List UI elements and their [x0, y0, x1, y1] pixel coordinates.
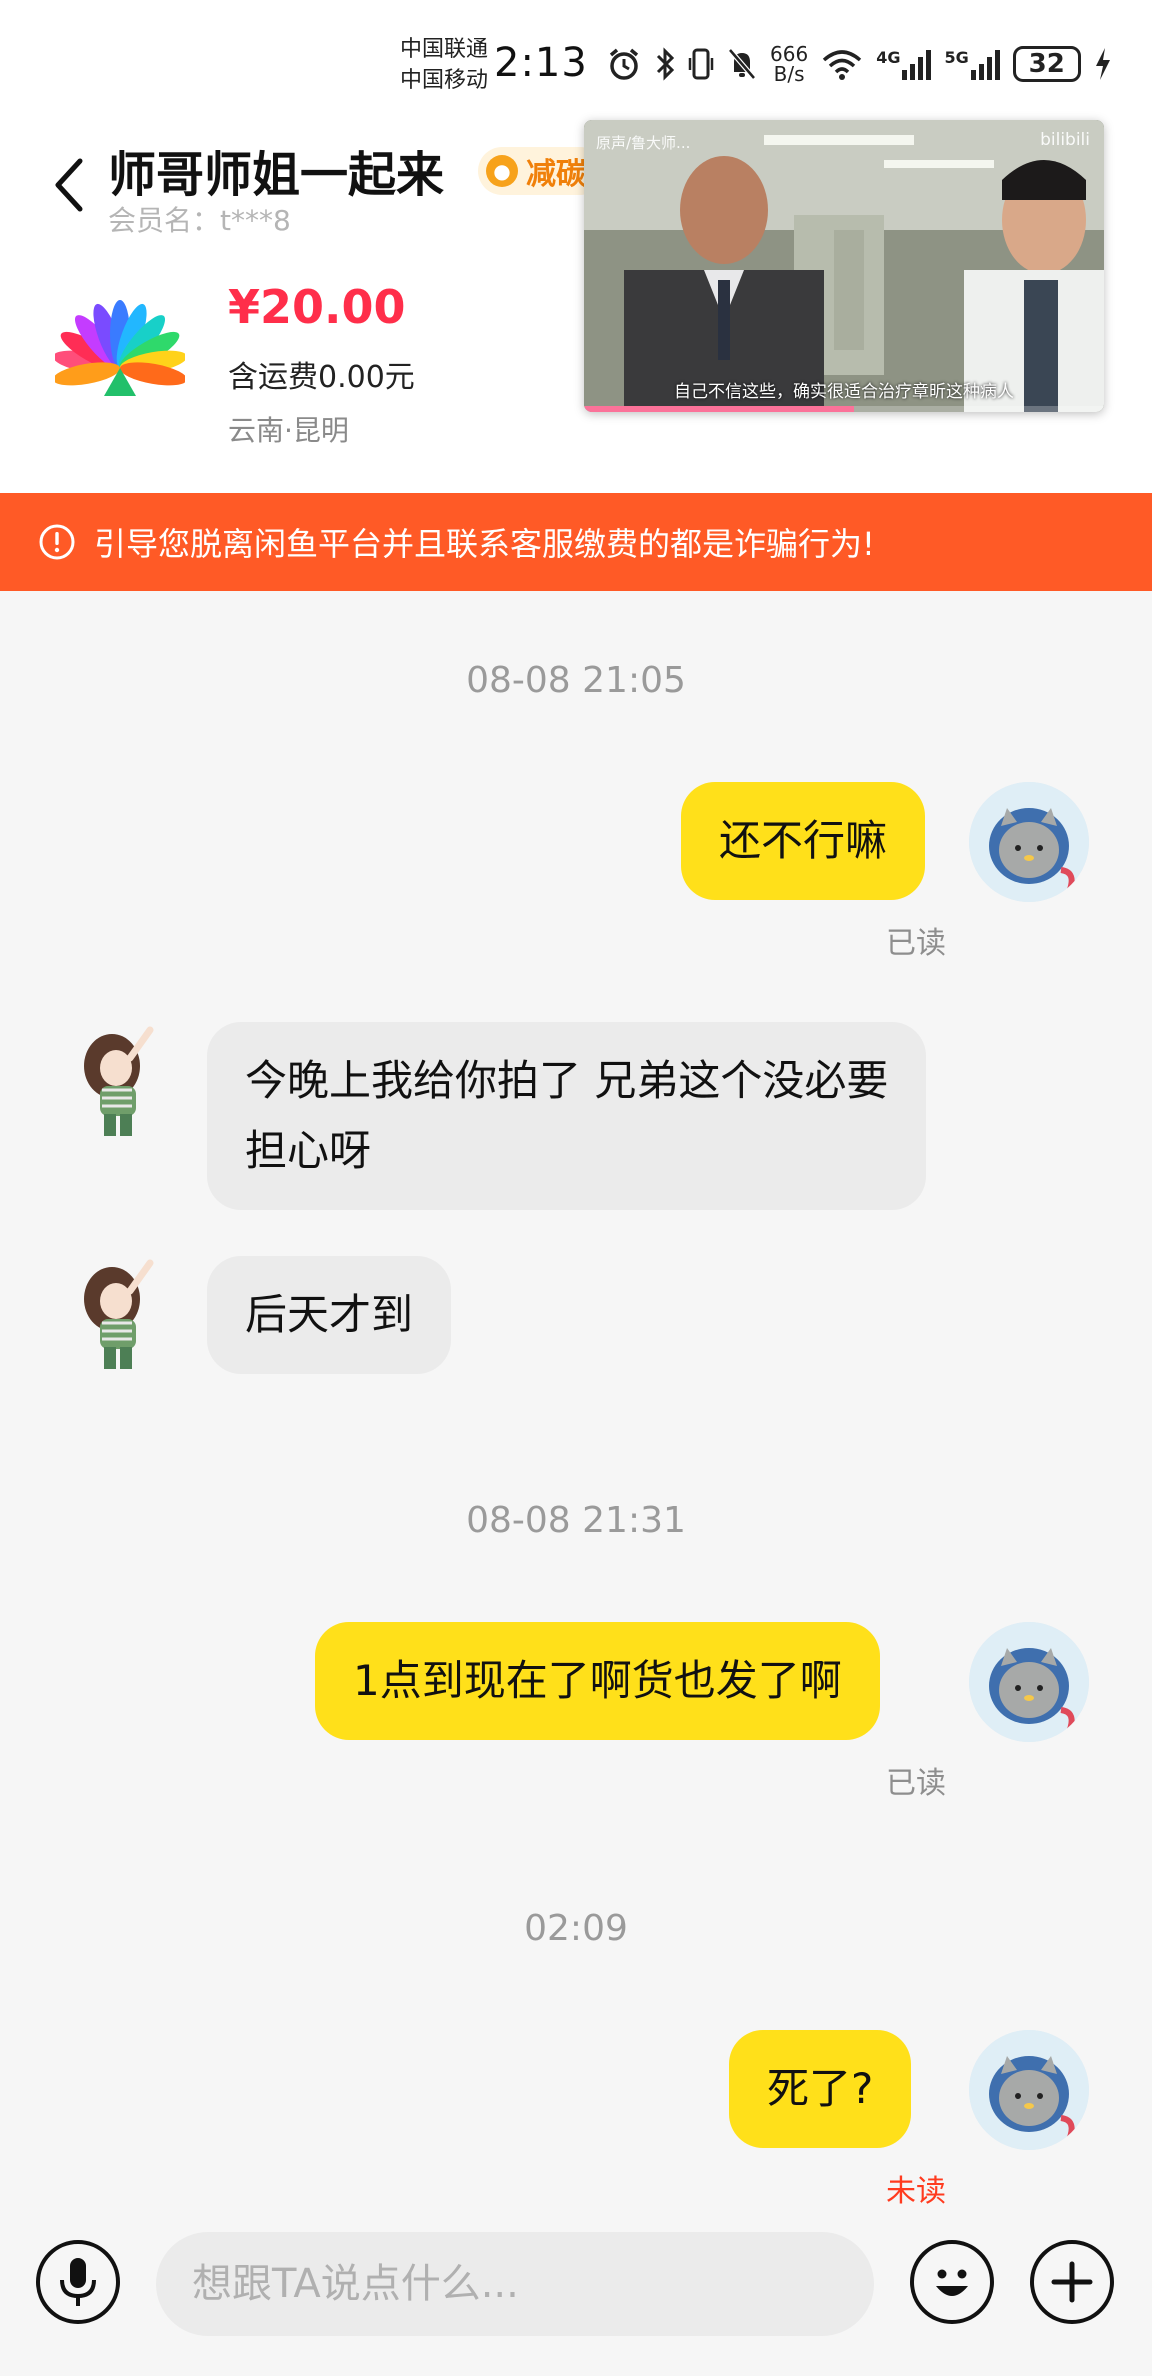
seller-location: 云南·昆明 [228, 414, 349, 447]
flower-logo-icon [55, 300, 185, 396]
unread-status: 未读 [886, 2174, 946, 2209]
product-thumbnail[interactable] [40, 270, 200, 430]
chat-timestamp: 08-08 21:05 [466, 660, 686, 701]
my-avatar[interactable] [969, 2030, 1089, 2150]
seller-avatar[interactable] [70, 1257, 180, 1377]
floating-video-player[interactable]: 原声/鲁大师... bilibili 自己不信这些，确实很适合治疗章昕这种病人 [584, 120, 1104, 412]
cat-avatar-icon [969, 782, 1089, 902]
message-line: 担心呀 [245, 1126, 372, 1175]
alarm-icon [609, 48, 639, 80]
plus-icon [1051, 2261, 1093, 2303]
status-time: 2:13 [494, 40, 588, 86]
video-subtitle: 自己不信这些，确实很适合治疗章昕这种病人 [674, 382, 1014, 402]
cat-avatar-icon [969, 1622, 1089, 1742]
status-icons: 666 B/s 4G 5G 32 [606, 44, 1113, 84]
member-name: 会员名：t***8 [108, 204, 291, 237]
shipping-fee: 含运费0.00元 [228, 360, 415, 395]
status-bar: 中国联通 中国移动 2:13 666 B/s 4G 5G 32 [0, 0, 1152, 115]
warning-text: 引导您脱离闲鱼平台并且联系客服缴费的都是诈骗行为! [94, 525, 875, 563]
charging-icon [1095, 48, 1110, 80]
message-bubble-received[interactable]: 后天才到 [207, 1256, 452, 1374]
video-progress-bar[interactable] [584, 406, 1104, 412]
chat-input-bar: 想跟TA说点什么... [0, 2216, 1152, 2376]
read-status: 已读 [886, 1766, 946, 1801]
carbon-tag-label: 减碳 [526, 157, 586, 192]
message-line: 今晚上我给你拍了 兄弟这个没必要 [245, 1056, 889, 1105]
video-top-text: 原声/鲁大师... [596, 134, 691, 152]
emoji-face-icon [936, 2269, 968, 2296]
video-frame [584, 120, 1104, 412]
wifi-icon [823, 50, 862, 80]
message-bubble-sent[interactable]: 还不行嘛 [681, 782, 926, 900]
carrier-2: 中国移动 [400, 68, 489, 93]
vibrate-icon [688, 48, 714, 80]
product-price: ¥20.00 [228, 280, 406, 334]
leaf-icon: ● [486, 155, 518, 187]
chat-timestamp: 08-08 21:31 [466, 1500, 686, 1541]
message-bubble-sent[interactable]: 死了? [729, 2030, 912, 2148]
girl-avatar-icon [84, 1026, 154, 1136]
message-bubble-received[interactable]: 今晚上我给你拍了 兄弟这个没必要 担心呀 [207, 1022, 927, 1210]
net-speed: 666 B/s [770, 44, 808, 84]
voice-button[interactable] [36, 2240, 120, 2324]
seller-avatar[interactable] [70, 1024, 180, 1144]
message-bubble-sent[interactable]: 1点到现在了啊货也发了啊 [315, 1622, 880, 1740]
seller-name[interactable]: 师哥师姐一起来 [108, 135, 444, 205]
net-speed-value: 666 [770, 42, 809, 66]
girl-avatar-icon [84, 1259, 154, 1369]
mute-icon [728, 48, 756, 80]
bluetooth-icon [656, 47, 675, 81]
my-avatar[interactable] [969, 1622, 1089, 1742]
signal-1-label: 4G [876, 48, 901, 67]
video-brand: bilibili [1040, 130, 1090, 150]
message-input[interactable]: 想跟TA说点什么... [156, 2232, 874, 2336]
signal-icon-1: 4G [876, 48, 932, 80]
carrier-names: 中国联通 中国移动 [400, 34, 488, 96]
emoji-button[interactable] [910, 2240, 994, 2324]
fraud-warning-banner: 引导您脱离闲鱼平台并且联系客服缴费的都是诈骗行为! [0, 493, 1152, 591]
my-avatar[interactable] [969, 782, 1089, 902]
back-arrow-icon[interactable] [50, 155, 86, 215]
carrier-1: 中国联通 [400, 37, 489, 62]
net-speed-unit: B/s [773, 62, 805, 86]
read-status: 已读 [886, 926, 946, 961]
cat-avatar-icon [969, 2030, 1089, 2150]
video-progress-fill [584, 406, 855, 412]
battery-indicator: 32 [1012, 46, 1081, 82]
more-options-button[interactable] [1030, 2240, 1114, 2324]
microphone-icon [60, 2258, 96, 2306]
chat-timestamp: 02:09 [524, 1908, 628, 1949]
signal-icon-2: 5G [944, 48, 1000, 80]
warning-icon [39, 524, 75, 560]
signal-2-label: 5G [944, 48, 969, 67]
